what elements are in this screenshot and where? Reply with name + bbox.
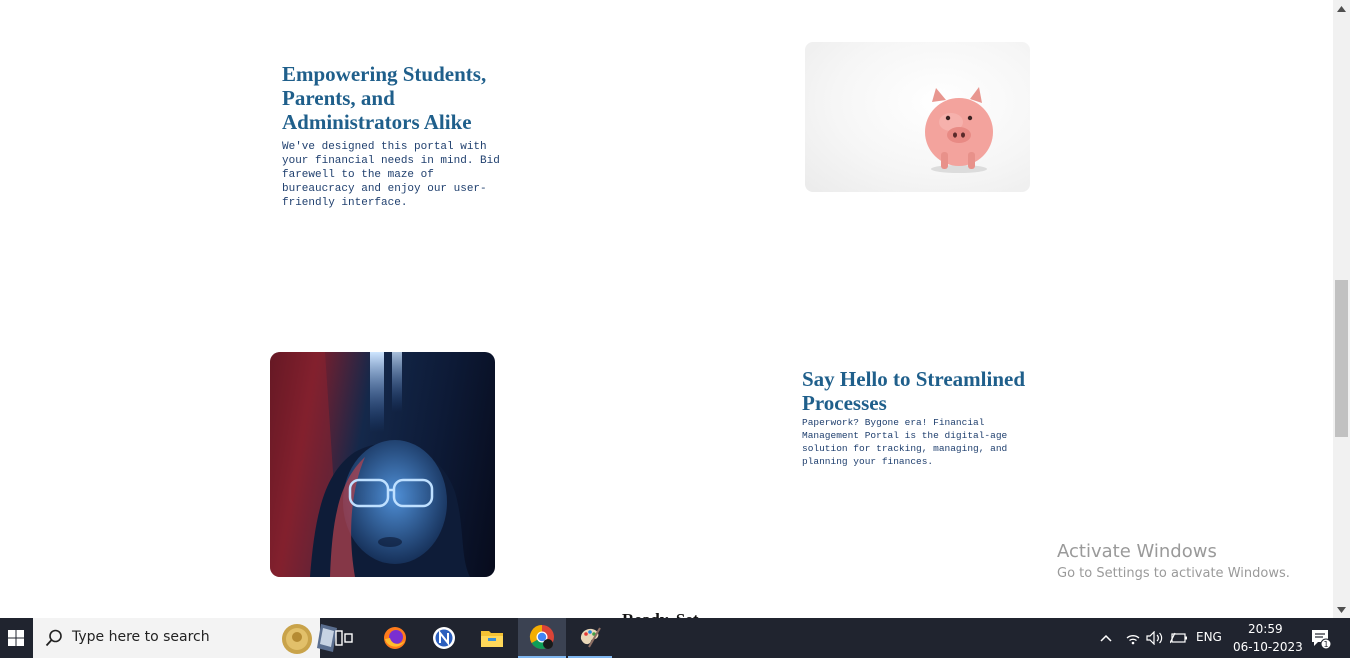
vertical-scrollbar[interactable] xyxy=(1333,0,1350,618)
windows-taskbar: Type here to search ENG 20:59 06-10-2023… xyxy=(0,618,1350,658)
clock-date[interactable]: 06-10-2023 xyxy=(1233,640,1303,654)
notification-count-badge: 1 xyxy=(1323,640,1328,649)
language-indicator[interactable]: ENG xyxy=(1196,630,1222,644)
paint-palette-icon xyxy=(580,627,601,648)
notification-icon: 1 xyxy=(1312,630,1332,649)
feature-description-streamlined: Paperwork? Bygone era! Financial Managem… xyxy=(802,417,1008,467)
woman-neon-portrait-image xyxy=(270,352,495,577)
chrome-icon xyxy=(529,625,554,650)
search-icon xyxy=(45,629,62,647)
feature-title-empowering: Empowering Students, Parents, and Admini… xyxy=(282,62,487,134)
battery-status[interactable] xyxy=(1168,618,1190,658)
network-status[interactable] xyxy=(1123,618,1143,658)
next-section-heading: Ready, Set... xyxy=(622,610,711,618)
task-view-button[interactable] xyxy=(322,618,366,658)
action-center-button[interactable]: 1 xyxy=(1305,618,1337,658)
piggy-bank-image xyxy=(805,42,1030,192)
taskbar-paint[interactable] xyxy=(568,618,612,658)
activate-windows-title: Activate Windows xyxy=(1057,541,1217,562)
show-hidden-icons-button[interactable] xyxy=(1096,618,1116,658)
search-placeholder: Type here to search xyxy=(72,629,210,645)
taskbar-search-box[interactable]: Type here to search xyxy=(33,618,337,658)
feature-title-streamlined: Say Hello to Streamlined Processes xyxy=(802,367,1026,415)
taskbar-file-explorer[interactable] xyxy=(469,618,515,658)
feature-description-empowering: We've designed this portal with your fin… xyxy=(282,141,500,209)
firefox-icon xyxy=(384,627,406,649)
scroll-down-arrow-icon[interactable] xyxy=(1333,601,1350,618)
volume-control[interactable] xyxy=(1144,618,1166,658)
activate-windows-subtitle: Go to Settings to activate Windows. xyxy=(1057,566,1290,581)
scrollbar-thumb[interactable] xyxy=(1335,280,1348,437)
clock-time[interactable]: 20:59 xyxy=(1248,622,1283,636)
windows-logo-icon xyxy=(8,630,24,646)
taskbar-firefox[interactable] xyxy=(372,618,418,658)
taskbar-chrome-active[interactable] xyxy=(518,618,566,658)
task-view-icon xyxy=(335,630,353,646)
speaker-icon xyxy=(1146,631,1163,645)
folder-icon xyxy=(481,631,503,647)
wifi-icon xyxy=(1126,635,1140,645)
taskbar-app-n[interactable] xyxy=(421,618,467,658)
scroll-up-arrow-icon[interactable] xyxy=(1333,0,1350,17)
battery-icon xyxy=(1170,632,1187,644)
app-n-icon xyxy=(433,627,455,649)
start-button[interactable] xyxy=(0,618,32,658)
page-viewport: Empowering Students, Parents, and Admini… xyxy=(0,0,1333,618)
chevron-up-icon xyxy=(1100,634,1112,642)
